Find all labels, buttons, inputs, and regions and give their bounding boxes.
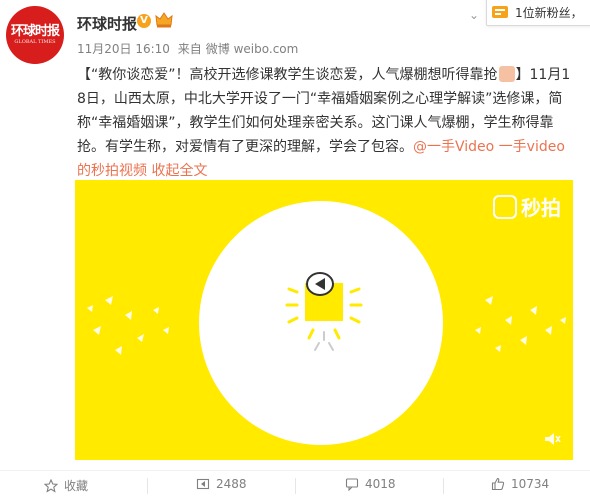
chevron-down-icon[interactable]: ⌄ [469, 8, 479, 22]
comment-icon [345, 478, 359, 491]
avatar[interactable]: 环球时报 GLOBAL TIMES [6, 6, 64, 64]
like-count: 10734 [511, 477, 550, 491]
username[interactable]: 环球时报 [77, 13, 137, 34]
comment-count: 4018 [365, 477, 396, 491]
star-icon [44, 478, 58, 493]
action-separator [147, 478, 148, 494]
miaopai-icon [493, 194, 517, 219]
repost-button[interactable]: 2488 [196, 477, 247, 491]
avatar-logo-text: 环球时报 [10, 24, 60, 39]
post-text: 【“教你谈恋爱”！高校开选修课教学生谈恋爱，人气爆棚想听得靠抢 】11月18日，山… [77, 63, 573, 183]
crown-icon [155, 12, 173, 28]
source-prefix: 来自 [177, 42, 202, 56]
emoji-icon [498, 66, 515, 82]
repost-count: 2488 [216, 477, 247, 491]
verified-badge-icon: V [137, 14, 151, 28]
post-meta: 11月20日 16:10 来自 微博 weibo.com [77, 40, 302, 57]
action-separator [443, 478, 444, 494]
weibo-post-card: 环球时报 GLOBAL TIMES 环球时报 V 11月20日 16:10 来自… [0, 0, 590, 502]
avatar-logo-sub: GLOBAL TIMES [14, 39, 56, 45]
like-button[interactable]: 10734 [491, 477, 549, 491]
miaopai-text: 秒拍 [521, 196, 561, 220]
avatar-logo: 环球时报 GLOBAL TIMES [10, 24, 60, 45]
notification-text: 1位新粉丝， [515, 6, 583, 20]
mute-icon[interactable] [543, 430, 561, 448]
action-bar: 收藏 2488 4018 10734 [0, 470, 590, 502]
favorite-button[interactable]: 收藏 [44, 477, 88, 494]
post-time[interactable]: 11月20日 16:10 [77, 42, 170, 56]
post-source[interactable]: 微博 weibo.com [206, 42, 299, 56]
post-text-part1: 【“教你谈恋爱”！高校开选修课教学生谈恋爱，人气爆棚想听得靠抢 [77, 67, 498, 83]
miaopai-watermark: 秒拍 [493, 192, 561, 221]
collapse-link[interactable]: 收起全文 [151, 163, 207, 179]
play-icon[interactable] [75, 180, 573, 460]
favorite-label: 收藏 [64, 479, 89, 493]
thumbs-up-icon [491, 477, 505, 491]
comment-button[interactable]: 4018 [345, 477, 396, 491]
video-player[interactable]: 秒拍 [75, 180, 573, 460]
new-follower-notification[interactable]: 1位新粉丝， [486, 0, 590, 26]
repost-icon [196, 478, 210, 490]
notification-icon [492, 6, 508, 18]
action-separator [295, 478, 296, 494]
mention-link[interactable]: @一手Video [413, 139, 494, 155]
